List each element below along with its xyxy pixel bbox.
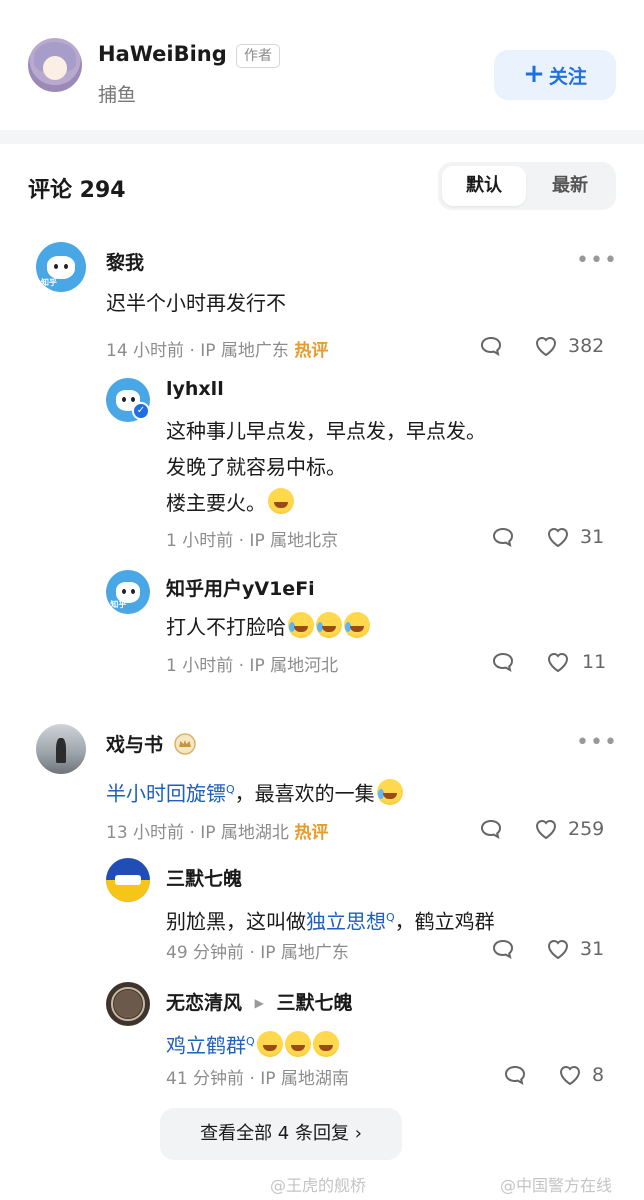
reply-text: 别尬黑，这叫做独立思想Q，鹤立鸡群 [166,900,495,940]
smirk-emoji-icon [256,1030,283,1057]
rofl-emoji-icon [376,778,403,805]
reply-text-post: ，鹤立鸡群 [394,909,495,934]
author-subtitle: 捕鱼 [98,84,137,106]
laugh-cry-emoji-icon [344,612,370,638]
reply-text: 鸡立鹤群Q [166,1024,339,1064]
comment-time: 14 小时前 · IP 属地广东 [106,341,289,361]
reply-author-name[interactable]: 无恋清风 [166,992,242,1014]
like-icon[interactable] [546,938,570,960]
search-link[interactable]: 独立思想 [306,910,386,934]
reply-icon[interactable] [492,527,514,547]
avatar[interactable] [106,858,150,902]
watermark: @王虎的舰桥 [270,1176,367,1195]
laugh-cry-emoji-icon [288,612,314,638]
comment-author[interactable]: 戏与书 [106,730,196,757]
like-icon[interactable] [534,335,558,357]
reply-text-line: 打人不打脸哈 [166,610,370,645]
reply-text-line: 发晚了就容易中标。 [166,455,346,479]
like-icon[interactable] [534,818,558,840]
like-count: 259 [568,818,605,840]
verified-icon: ✓ [132,402,150,420]
like-count: 382 [568,335,605,357]
author-badge: 作者 [236,44,280,68]
comment-meta: 13 小时前 · IP 属地湖北 热评 [106,818,328,843]
smirk-emoji-icon [284,1030,311,1057]
author-bar: HaWeiBing 作者 捕鱼 + 关注 [0,0,644,130]
reply-meta: 49 分钟前 · IP 属地广东 [166,943,349,963]
sort-toggle: 默认 最新 [438,162,616,210]
more-icon[interactable]: ••• [576,732,618,754]
reply-meta: 1 小时前 · IP 属地北京 [166,531,339,551]
comment-author-name: 戏与书 [106,734,164,756]
sort-default[interactable]: 默认 [442,166,526,206]
sort-latest[interactable]: 最新 [528,166,612,206]
laugh-cry-emoji-icon [316,612,342,638]
view-all-replies-button[interactable]: 查看全部 4 条回复 › [160,1108,402,1160]
comment-text-rest: ，最喜欢的一集 [234,781,375,806]
reply-icon[interactable] [492,939,514,959]
search-link[interactable]: 鸡立鹤群 [166,1034,246,1058]
reply-text-line: 楼主要火。 [166,486,294,521]
hot-tag: 热评 [294,341,329,361]
reply-text: 楼主要火。 [166,491,266,515]
smirk-emoji-icon [312,1030,339,1057]
reply-arrow-icon: ▶ [254,996,264,1010]
reply-icon[interactable] [492,652,514,672]
thinking-emoji-icon [268,488,294,514]
plus-icon: + [523,59,545,89]
follow-label: 关注 [548,65,587,88]
comment-author[interactable]: 黎我 [106,248,144,275]
comments-title: 评论 294 [28,178,126,203]
watermark: @中国警方在线 [500,1176,613,1195]
reply-author: 无恋清风 ▶ 三默七魄 [166,988,353,1015]
reply-icon[interactable] [480,819,502,839]
reply-meta: 1 小时前 · IP 属地河北 [166,656,339,676]
like-count: 31 [580,938,605,960]
comment-text: 半小时回旋镖Q，最喜欢的一集 [106,772,403,812]
reply-target-name[interactable]: 三默七魄 [277,992,353,1014]
search-icon: Q [226,783,235,796]
comment-text: 迟半个小时再发行不 [106,291,286,315]
reply-author[interactable]: lyhxll [166,378,224,400]
reply-author[interactable]: 三默七魄 [166,864,242,891]
like-icon[interactable] [558,1064,582,1086]
reply-text-pre: 别尬黑，这叫做 [166,909,306,934]
like-icon[interactable] [546,526,570,548]
more-icon[interactable]: ••• [576,250,618,272]
chevron-right-icon: › [354,1123,362,1144]
comment-meta: 14 小时前 · IP 属地广东 热评 [106,336,328,361]
search-icon: Q [386,911,395,924]
reply-text: 打人不打脸哈 [166,615,286,639]
hot-tag: 热评 [294,823,329,843]
avatar[interactable] [36,724,86,774]
like-count: 8 [592,1064,605,1086]
author-avatar[interactable] [28,38,82,92]
reply-icon[interactable] [480,336,502,356]
like-icon[interactable] [546,651,570,673]
view-all-label: 查看全部 4 条回复 [200,1123,349,1144]
reply-meta: 41 分钟前 · IP 属地湖南 [166,1069,349,1089]
reply-text-line: 这种事儿早点发，早点发，早点发。 [166,419,486,443]
search-link[interactable]: 半小时回旋镖 [106,782,226,806]
search-icon: Q [246,1035,255,1048]
comment-time: 13 小时前 · IP 属地湖北 [106,823,289,843]
reply-icon[interactable] [504,1065,526,1085]
crown-badge-icon [173,733,196,755]
avatar[interactable]: 知乎 [106,570,150,614]
avatar[interactable]: 知乎 [36,242,86,292]
reply-author[interactable]: 知乎用户yV1eFi [166,574,315,601]
section-divider [0,130,644,144]
follow-button[interactable]: + 关注 [494,50,616,100]
author-name[interactable]: HaWeiBing [98,42,227,66]
avatar[interactable] [106,982,150,1026]
like-count: 11 [582,651,607,673]
like-count: 31 [580,526,605,548]
